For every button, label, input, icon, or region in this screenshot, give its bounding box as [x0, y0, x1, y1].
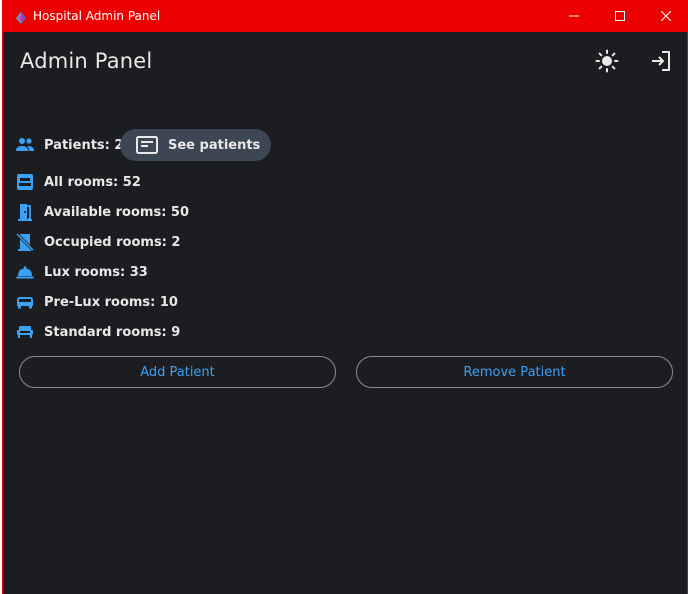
- sofa-icon: [15, 322, 35, 342]
- remove-patient-button[interactable]: Remove Patient: [356, 356, 673, 388]
- see-patients-button[interactable]: See patients: [120, 129, 271, 161]
- close-icon: [661, 11, 671, 21]
- logout-icon[interactable]: [649, 49, 673, 73]
- minimize-button[interactable]: [551, 0, 597, 32]
- car-icon: [15, 292, 35, 312]
- stat-lux-rooms: Lux rooms: 33: [15, 261, 148, 283]
- stat-prelux-rooms: Pre-Lux rooms: 10: [15, 291, 178, 313]
- stat-standard-rooms: Standard rooms: 9: [15, 321, 180, 343]
- stat-lux-rooms-label: Lux rooms: 33: [44, 264, 148, 280]
- stat-prelux-rooms-label: Pre-Lux rooms: 10: [44, 294, 178, 310]
- theme-toggle-icon[interactable]: [595, 49, 619, 73]
- door-closed-crossed-icon: [15, 232, 35, 252]
- list-alt-icon: [136, 135, 160, 155]
- stat-patients: Patients: 2: [15, 134, 123, 156]
- stat-available-rooms-label: Available rooms: 50: [44, 204, 190, 220]
- stat-available-rooms: Available rooms: 50: [15, 201, 189, 223]
- add-patient-button[interactable]: Add Patient: [19, 356, 336, 388]
- people-icon: [15, 135, 35, 155]
- stat-all-rooms: All rooms: 52: [15, 171, 141, 193]
- title-bar[interactable]: Hospital Admin Panel: [3, 0, 687, 32]
- stat-occupied-rooms: Occupied rooms: 2: [15, 231, 180, 253]
- app-window: Hospital Admin Panel Admin Panel Patient…: [2, 0, 688, 594]
- stat-all-rooms-label: All rooms: 52: [44, 174, 141, 190]
- maximize-icon: [615, 11, 625, 21]
- stat-patients-label: Patients: 2: [44, 137, 124, 153]
- close-button[interactable]: [643, 0, 688, 32]
- stat-standard-rooms-label: Standard rooms: 9: [44, 324, 181, 340]
- room-service-icon: [15, 262, 35, 282]
- app-logo-icon: [13, 10, 27, 24]
- window-title: Hospital Admin Panel: [33, 9, 161, 23]
- door-open-icon: [15, 202, 35, 222]
- stat-occupied-rooms-label: Occupied rooms: 2: [44, 234, 181, 250]
- minimize-icon: [569, 15, 579, 17]
- see-patients-label: See patients: [168, 137, 261, 153]
- bed-icon: [15, 172, 35, 192]
- page-title: Admin Panel: [20, 49, 153, 73]
- maximize-button[interactable]: [597, 0, 643, 32]
